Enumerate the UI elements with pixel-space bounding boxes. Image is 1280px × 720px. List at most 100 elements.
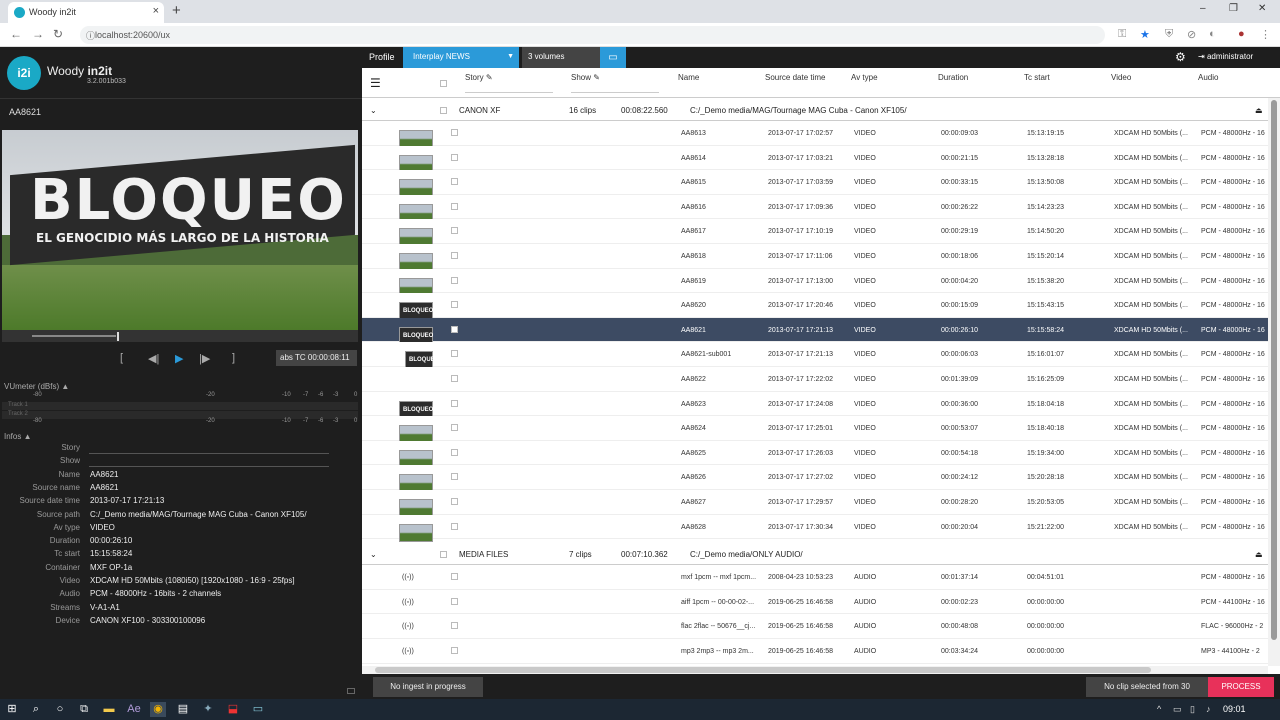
forward-icon[interactable]: → xyxy=(32,27,44,41)
col-video[interactable]: Video xyxy=(1111,73,1131,82)
row-checkbox[interactable] xyxy=(451,573,458,581)
process-button[interactable]: PROCESS xyxy=(1208,677,1274,697)
group-checkbox[interactable] xyxy=(440,107,447,114)
table-row[interactable]: AA8614 2013-07-17 17:03:21 VIDEO 00:00:21:1… xyxy=(362,145,1268,173)
table-row[interactable]: AA8625 2013-07-17 17:26:03 VIDEO 00:00:54:1… xyxy=(362,440,1268,468)
bookmark-star-icon[interactable]: ★ xyxy=(1140,28,1150,41)
row-checkbox[interactable] xyxy=(451,597,458,605)
collapse-chevron-icon[interactable]: ⌄ xyxy=(370,550,377,559)
profile-select[interactable]: Interplay NEWS ▼ xyxy=(403,47,519,68)
terminal-icon[interactable]: ▤ xyxy=(175,702,191,717)
url-input[interactable]: ⓘ localhost:20600/ux xyxy=(80,26,1105,44)
next-frame-button[interactable]: |▶ xyxy=(199,352,210,365)
col-source-date[interactable]: Source date time xyxy=(765,73,825,82)
col-tc-start[interactable]: Tc start xyxy=(1024,73,1050,82)
table-row[interactable]: ((▫)) mxf 1pcm -- mxf 1pcm... 2008-04-23 1… xyxy=(362,565,1268,590)
eject-icon[interactable]: ⏏ xyxy=(1255,550,1263,559)
video-preview[interactable]: BLOQUEO EL GENOCIDIO MÁS LARGO DE LA HIS… xyxy=(2,130,358,330)
app-icon[interactable]: ▭ xyxy=(250,702,266,717)
mark-in-button[interactable]: [ xyxy=(120,352,123,364)
infos-header[interactable]: Infos ▲ xyxy=(4,432,31,441)
table-row[interactable]: AA8626 2013-07-17 17:27:02 VIDEO 00:00:24:1… xyxy=(362,465,1268,493)
table-row[interactable]: BLOQUEO AA8621 2013-07-17 17:21:13 VIDEO 00:… xyxy=(362,317,1268,345)
table-row[interactable]: AA8617 2013-07-17 17:10:19 VIDEO 00:00:29:1… xyxy=(362,219,1268,247)
cortana-icon[interactable]: ○ xyxy=(52,702,68,717)
table-row[interactable]: AA8622 2013-07-17 17:22:02 VIDEO 00:01:39:0… xyxy=(362,367,1268,392)
table-row[interactable]: AA8615 2013-07-17 17:03:59 VIDEO 00:00:33:1… xyxy=(362,170,1268,198)
pdf-icon[interactable]: ⬓ xyxy=(225,702,241,717)
table-row[interactable]: ((▫)) mp3 2mp3 -- mp3 2m... 2019-06-25 16:… xyxy=(362,639,1268,664)
row-checkbox[interactable] xyxy=(451,522,458,530)
task-view-icon[interactable]: ⧉ xyxy=(76,702,92,717)
search-icon[interactable]: ⌕ xyxy=(28,702,44,717)
after-effects-icon[interactable]: Ae xyxy=(126,702,142,717)
app-icon[interactable]: ✦ xyxy=(200,702,216,717)
show-filter-line[interactable] xyxy=(571,92,659,93)
hamburger-menu-icon[interactable]: ☰ xyxy=(370,76,381,90)
story-filter-line[interactable] xyxy=(465,92,553,93)
row-checkbox[interactable] xyxy=(451,622,458,630)
show-select[interactable] xyxy=(89,466,329,468)
edit-icon[interactable]: ✎ xyxy=(486,73,493,82)
user-menu[interactable]: ⇥ administrator xyxy=(1194,47,1280,68)
row-checkbox[interactable] xyxy=(451,399,458,407)
row-checkbox[interactable] xyxy=(451,647,458,654)
col-audio[interactable]: Audio xyxy=(1198,73,1218,82)
file-explorer-icon[interactable]: ▬ xyxy=(101,702,117,717)
vumeter-header[interactable]: VUmeter (dBfs) ▲ xyxy=(4,382,69,391)
col-name[interactable]: Name xyxy=(678,73,699,82)
close-tab-icon[interactable]: × xyxy=(153,5,159,17)
table-row[interactable]: AA8624 2013-07-17 17:25:01 VIDEO 00:00:53:0… xyxy=(362,416,1268,444)
table-row[interactable]: AA8619 2013-07-17 17:13:00 VIDEO 00:00:04:2… xyxy=(362,268,1268,296)
row-checkbox[interactable] xyxy=(451,252,458,259)
volumes-button[interactable]: 3 volumes xyxy=(522,47,600,68)
table-row[interactable]: BLOQUEO AA8620 2013-07-17 17:20:46 VIDEO 00:… xyxy=(362,293,1268,321)
back-icon[interactable]: ← xyxy=(10,27,22,41)
col-show[interactable]: Show ✎ xyxy=(571,73,600,82)
col-story[interactable]: Story ✎ xyxy=(465,73,493,82)
eject-icon[interactable]: ⏏ xyxy=(1255,106,1263,115)
row-checkbox[interactable] xyxy=(451,178,458,186)
panel-toggle-icon[interactable] xyxy=(347,688,355,694)
maximize-icon[interactable]: ❐ xyxy=(1229,3,1238,14)
table-row[interactable]: AA8627 2013-07-17 17:29:57 VIDEO 00:00:28:2… xyxy=(362,490,1268,517)
minimize-icon[interactable]: – xyxy=(1200,3,1206,14)
table-row[interactable]: ((▫)) aiff 1pcm -- 00-00-02-... 2019-06-25… xyxy=(362,589,1268,615)
new-tab-button[interactable]: + xyxy=(172,2,181,19)
row-checkbox[interactable] xyxy=(451,276,458,284)
col-duration[interactable]: Duration xyxy=(938,73,968,82)
group-header[interactable]: ⌄ CANON XF 16 clips 00:08:22.560 C:/_Demo me… xyxy=(362,99,1268,121)
profile-avatar-icon[interactable]: ● xyxy=(1238,28,1245,40)
scrub-bar[interactable] xyxy=(2,330,358,342)
col-av-type[interactable]: Av type xyxy=(851,73,878,82)
row-checkbox[interactable] xyxy=(451,129,458,136)
prev-frame-button[interactable]: ◀| xyxy=(148,352,159,365)
row-checkbox[interactable] xyxy=(451,498,458,505)
scrub-handle[interactable] xyxy=(117,332,119,341)
row-checkbox[interactable] xyxy=(451,301,458,309)
mark-out-button[interactable]: ] xyxy=(232,352,235,364)
start-icon[interactable]: ⊞ xyxy=(4,702,20,717)
key-icon[interactable]: ⚿ xyxy=(1118,28,1126,41)
scroll-thumb[interactable] xyxy=(375,667,1151,673)
tray-icon[interactable]: ▭ xyxy=(1173,704,1182,715)
select-all-checkbox[interactable] xyxy=(440,80,447,87)
table-row[interactable]: AA8613 2013-07-17 17:02:57 VIDEO 00:00:09:0… xyxy=(362,121,1268,148)
menu-kebab-icon[interactable]: ⋮ xyxy=(1260,28,1271,41)
row-checkbox[interactable] xyxy=(451,325,458,333)
chrome-icon[interactable]: ◉ xyxy=(150,702,166,717)
extension-icon[interactable]: ⊘ xyxy=(1187,28,1196,41)
play-button[interactable]: ▶ xyxy=(175,352,183,365)
edit-icon[interactable]: ✎ xyxy=(593,73,600,82)
network-icon[interactable]: ▯ xyxy=(1190,704,1195,715)
row-checkbox[interactable] xyxy=(451,227,458,235)
row-checkbox[interactable] xyxy=(451,473,458,481)
gear-icon[interactable]: ⚙ xyxy=(1175,50,1186,64)
window-close-icon[interactable]: ✕ xyxy=(1258,3,1266,14)
vertical-scrollbar[interactable] xyxy=(1268,98,1280,666)
reload-icon[interactable]: ↻ xyxy=(53,27,63,41)
table-row[interactable]: AA8616 2013-07-17 17:09:36 VIDEO 00:00:26:2… xyxy=(362,194,1268,222)
browser-tab[interactable]: Woody in2it × xyxy=(8,2,164,23)
row-checkbox[interactable] xyxy=(451,424,458,432)
collapse-chevron-icon[interactable]: ⌄ xyxy=(370,106,377,115)
